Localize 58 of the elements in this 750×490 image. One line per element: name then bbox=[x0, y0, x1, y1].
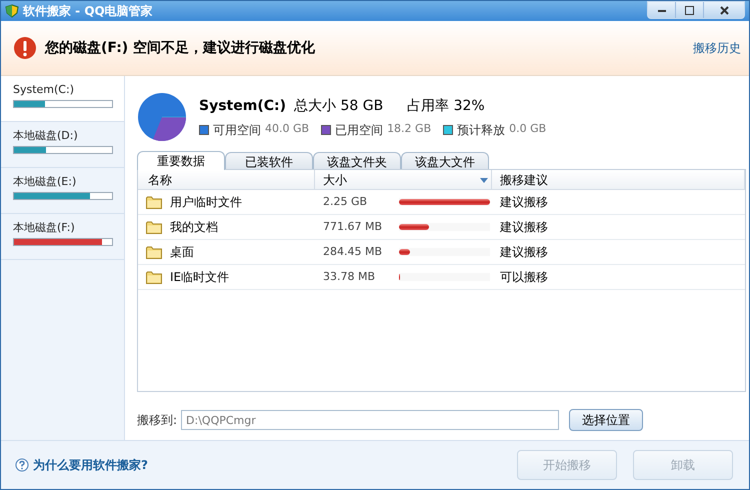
folder-icon bbox=[146, 246, 162, 258]
move-advice: 可以搬移 bbox=[500, 270, 548, 284]
table-row[interactable]: 桌面 284.45 MB 建议搬移 bbox=[138, 240, 745, 265]
minimize-icon bbox=[658, 8, 666, 12]
file-name: 我的文档 bbox=[170, 219, 218, 236]
choose-location-button[interactable]: 选择位置 bbox=[569, 409, 644, 431]
maximize-icon bbox=[685, 6, 694, 14]
file-size: 284.45 MB bbox=[323, 244, 384, 260]
folder-icon bbox=[146, 220, 162, 234]
drive-item[interactable]: 本地磁盘(D:) bbox=[1, 122, 124, 168]
window-title: 软件搬家 - QQ电脑管家 bbox=[23, 3, 153, 20]
drive-item[interactable]: 本地磁盘(F:) bbox=[1, 214, 124, 260]
drive-item[interactable]: 本地磁盘(E:) bbox=[1, 168, 124, 214]
file-name: 桌面 bbox=[170, 244, 194, 261]
column-header[interactable]: 名称 bbox=[138, 170, 315, 189]
drive-name: System(C:) bbox=[199, 96, 286, 116]
history-link[interactable]: 搬移历史 bbox=[693, 39, 741, 57]
legend-label: 可用空间 bbox=[213, 122, 261, 138]
move-advice: 建议搬移 bbox=[500, 220, 548, 234]
table-row[interactable]: IE临时文件 33.78 MB 可以搬移 bbox=[138, 265, 745, 290]
column-label: 大小 bbox=[323, 172, 347, 188]
path-field[interactable]: D:\QQPCmgr bbox=[181, 410, 560, 430]
column-header[interactable]: 大小 bbox=[315, 170, 492, 189]
legend-value: 40.0 GB bbox=[265, 121, 310, 138]
legend-value: 0.0 GB bbox=[509, 121, 546, 138]
sort-icon bbox=[480, 178, 488, 183]
folder-icon bbox=[146, 270, 162, 284]
tab[interactable]: 已装软件 bbox=[225, 152, 313, 169]
file-size: 771.67 MB bbox=[323, 218, 384, 235]
shield-icon bbox=[5, 4, 19, 18]
move-advice: 建议搬移 bbox=[500, 195, 548, 209]
help-icon bbox=[15, 458, 29, 472]
legend-value: 18.2 GB bbox=[387, 121, 432, 138]
file-size: 2.25 GB bbox=[323, 194, 368, 210]
usage-rate: 占用率 32% bbox=[407, 96, 485, 116]
move-advice: 建议搬移 bbox=[500, 245, 548, 259]
table-row[interactable]: 我的文档 771.67 MB 建议搬移 bbox=[138, 215, 745, 240]
legend-label: 预计释放 bbox=[457, 122, 506, 138]
total-size: 总大小 58 GB bbox=[294, 96, 384, 116]
close-icon bbox=[720, 6, 728, 14]
help-link[interactable]: 为什么要用软件搬家? bbox=[33, 456, 148, 474]
pie-drawing bbox=[137, 92, 187, 142]
warning-icon bbox=[13, 36, 37, 60]
alert-message: 您的磁盘(F:) 空间不足，建议进行磁盘优化 bbox=[45, 38, 316, 58]
legend-label: 已用空间 bbox=[335, 122, 384, 138]
table-row[interactable]: 用户临时文件 2.25 GB 建议搬移 bbox=[138, 190, 745, 215]
tab[interactable]: 该盘大文件 bbox=[401, 152, 489, 169]
file-name: IE临时文件 bbox=[170, 269, 230, 286]
move-to-label: 搬移到: bbox=[137, 412, 178, 429]
tab[interactable]: 该盘文件夹 bbox=[313, 152, 401, 169]
file-name: 用户临时文件 bbox=[170, 194, 242, 211]
tab[interactable]: 重要数据 bbox=[137, 151, 225, 170]
file-size: 33.78 MB bbox=[323, 268, 376, 285]
drive-item[interactable]: System(C:) bbox=[1, 76, 124, 122]
folder-icon bbox=[146, 196, 162, 208]
column-label: 名称 bbox=[148, 172, 172, 188]
column-header[interactable]: 搬移建议 bbox=[492, 170, 745, 189]
column-label: 搬移建议 bbox=[500, 172, 548, 188]
